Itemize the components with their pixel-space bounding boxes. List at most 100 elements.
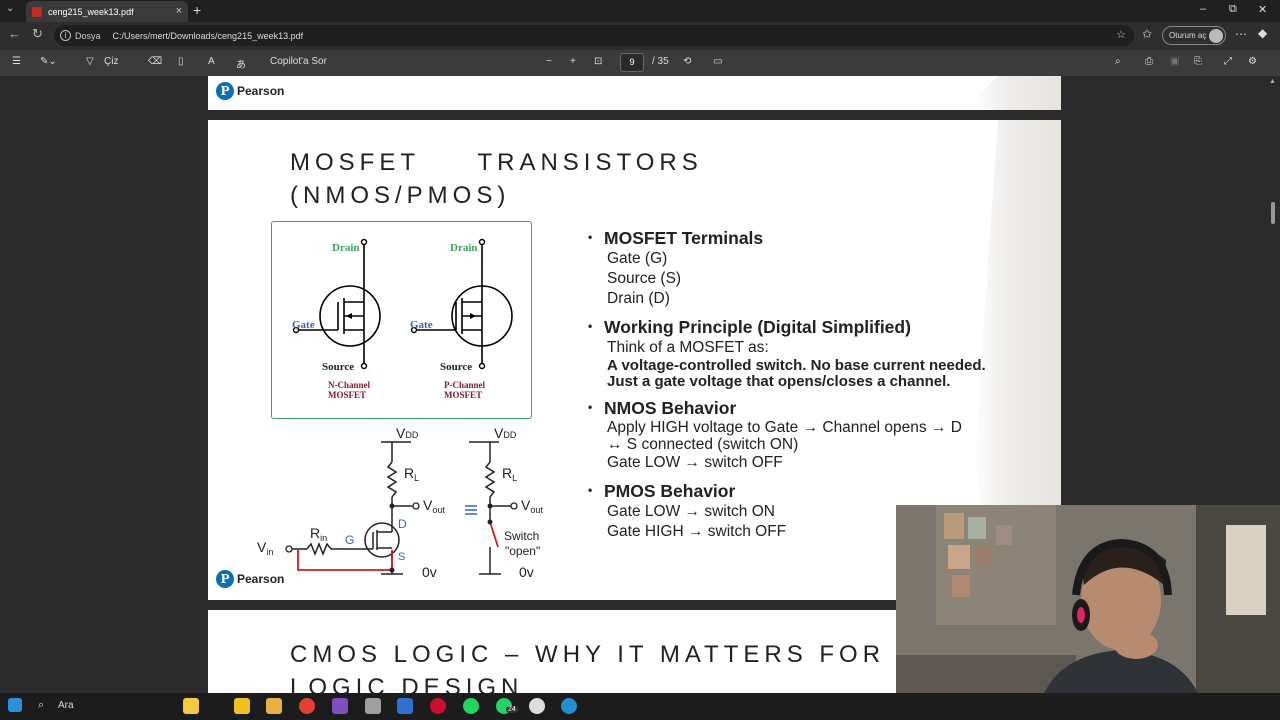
zoom-out-button[interactable]: − xyxy=(546,56,552,67)
fullscreen-icon[interactable]: ⤢ xyxy=(1224,56,1232,67)
tab-actions-icon[interactable]: ⌄ xyxy=(6,3,14,14)
bullet-heading: NMOS Behavior xyxy=(588,398,1058,419)
bullet-line-bold: Just a gate voltage that opens/closes a … xyxy=(607,373,951,390)
taskbar: ⌕ Ara 24 xyxy=(0,693,1280,720)
pearson-logo-icon: P xyxy=(216,82,234,100)
scroll-up-icon[interactable]: ▲ xyxy=(1269,78,1276,85)
slide-title: MOSFET TRANSISTORS (NMOS/PMOS) xyxy=(290,146,810,212)
visual-studio-icon[interactable] xyxy=(332,698,348,714)
pdf-page-previous: P Pearson xyxy=(208,76,1061,110)
favorite-star-icon[interactable]: ☆ xyxy=(1116,28,1126,41)
mosfet-figure: Drain Gate Source N-Channel MOSFET Drain… xyxy=(271,221,532,419)
search-icon[interactable]: ⌕ xyxy=(38,699,44,715)
zero-volt-label-2: 0v xyxy=(519,564,534,580)
start-button-icon[interactable] xyxy=(8,698,22,712)
profile-label: Oturum aç xyxy=(1169,31,1207,40)
file-explorer-icon[interactable] xyxy=(266,698,282,714)
bullet-line: Apply HIGH voltage to Gate → Channel ope… xyxy=(607,419,962,436)
draw-label[interactable]: Çiz xyxy=(104,56,118,67)
next-slide-title-line1: CMOS LOGIC – WHY IT MATTERS FOR xyxy=(290,641,886,668)
fit-page-icon[interactable]: ⊡ xyxy=(594,56,602,67)
pdf-file-icon xyxy=(32,6,42,17)
new-tab-button[interactable]: + xyxy=(193,2,201,18)
profile-button[interactable]: Oturum aç xyxy=(1162,26,1226,45)
sticky-notes-icon[interactable] xyxy=(234,698,250,714)
switch-open-label: "open" xyxy=(505,544,540,558)
copilot-sparkle-icon[interactable] xyxy=(183,698,199,714)
draw-icon[interactable]: ▽ xyxy=(86,56,94,67)
gate-g-label: G xyxy=(345,533,354,547)
rl-label-1: RL xyxy=(404,465,419,483)
bullet-line: Drain (D) xyxy=(607,290,670,307)
view-icon[interactable]: ▯ xyxy=(178,56,184,67)
p-caption1: P-Channel xyxy=(444,380,486,390)
tab-bar: ⌄ ceng215_week13.pdf × + – ⧉ ✕ xyxy=(0,0,1280,22)
source-s-label: S xyxy=(398,551,405,563)
vout-label-2: Vout xyxy=(521,497,543,515)
pearson-brand-text: Pearson xyxy=(237,572,285,586)
spotify-icon[interactable] xyxy=(463,698,479,714)
address-scheme-label: Dosya xyxy=(75,30,101,41)
minimize-button[interactable]: – xyxy=(1200,3,1206,15)
bullet-line: Gate (G) xyxy=(607,250,668,267)
bullet-line: Gate LOW → switch OFF xyxy=(607,454,783,471)
webcam-image xyxy=(896,505,1280,720)
opera-icon[interactable] xyxy=(430,698,446,714)
pearson-logo: P Pearson xyxy=(216,82,284,100)
maximize-button[interactable]: ⧉ xyxy=(1229,3,1237,16)
vout-label-1: Vout xyxy=(423,497,445,515)
avatar-icon xyxy=(1209,29,1223,43)
app-icon[interactable] xyxy=(365,698,381,714)
app-icon-2[interactable] xyxy=(529,698,545,714)
save-icon[interactable]: ▣ xyxy=(1170,56,1179,67)
bullet-heading: MOSFET Terminals xyxy=(588,228,1058,249)
copilot-icon[interactable]: ◆ xyxy=(1258,26,1267,40)
n-drain-label: Drain xyxy=(332,242,360,254)
page-number-input[interactable]: 9 xyxy=(620,53,644,72)
slide-title-line1: MOSFET TRANSISTORS xyxy=(290,149,703,176)
drain-d-label: D xyxy=(398,517,407,531)
search-icon[interactable]: ⌕ xyxy=(1115,56,1121,67)
bullet-heading: PMOS Behavior xyxy=(588,481,1058,502)
refresh-icon[interactable]: ↻ xyxy=(32,26,43,42)
p-source-label: Source xyxy=(440,361,472,373)
print-icon[interactable]: ⎙ xyxy=(1145,56,1153,67)
tab-close-icon[interactable]: × xyxy=(176,5,182,17)
close-window-button[interactable]: ✕ xyxy=(1258,3,1267,16)
back-icon[interactable]: ← xyxy=(8,26,21,41)
scroll-thumb[interactable] xyxy=(1271,202,1275,224)
n-caption1: N-Channel xyxy=(328,380,371,390)
read-aloud-icon[interactable]: A xyxy=(208,56,215,67)
page-decoration xyxy=(975,76,1061,110)
azure-icon[interactable] xyxy=(397,698,413,714)
copilot-ask-button[interactable]: Copilot'a Sor xyxy=(270,56,327,67)
slide-bullets: MOSFET Terminals Gate (G) Source (S) Dra… xyxy=(588,228,1058,542)
info-icon[interactable]: i xyxy=(60,30,71,41)
tab-pdf[interactable]: ceng215_week13.pdf × xyxy=(26,1,188,22)
edge-icon[interactable] xyxy=(561,698,577,714)
favorites-icon[interactable]: ✩ xyxy=(1142,27,1152,41)
vin-label: Vin xyxy=(257,539,273,557)
highlight-icon[interactable]: ✎⌄ xyxy=(40,56,57,67)
slide-title-line2: (NMOS/PMOS) xyxy=(290,182,511,209)
more-menu-icon[interactable]: ⋯ xyxy=(1235,27,1247,41)
translate-icon[interactable]: あ xyxy=(236,56,246,71)
taskbar-search-label[interactable]: Ara xyxy=(58,700,74,711)
pearson-logo-icon: P xyxy=(216,570,234,588)
vdd-label-1: VDD xyxy=(396,425,419,441)
nmos-switch-circuit: VDD RL Vout Vin Rin G D S 0v VDD RL Vout… xyxy=(257,425,543,580)
settings-gear-icon[interactable]: ⚙ xyxy=(1248,56,1257,67)
tab-title: ceng215_week13.pdf xyxy=(48,6,134,17)
contents-icon[interactable]: ☰ xyxy=(12,56,21,67)
bullet-line: ↔ S connected (switch ON) xyxy=(607,436,799,453)
page-view-icon[interactable]: ▭ xyxy=(713,56,722,67)
rotate-icon[interactable]: ⟲ xyxy=(683,56,691,67)
eraser-icon[interactable]: ⌫ xyxy=(148,56,162,67)
chrome-icon[interactable] xyxy=(299,698,315,714)
pearson-brand-text: Pearson xyxy=(237,84,285,98)
n-source-label: Source xyxy=(322,361,354,373)
address-bar[interactable]: i Dosya C:/Users/mert/Downloads/ceng215_… xyxy=(54,25,1134,46)
zoom-in-button[interactable]: + xyxy=(570,56,576,67)
address-url[interactable]: C:/Users/mert/Downloads/ceng215_week13.p… xyxy=(113,31,304,41)
save-as-icon[interactable]: ⎘ xyxy=(1194,56,1202,67)
